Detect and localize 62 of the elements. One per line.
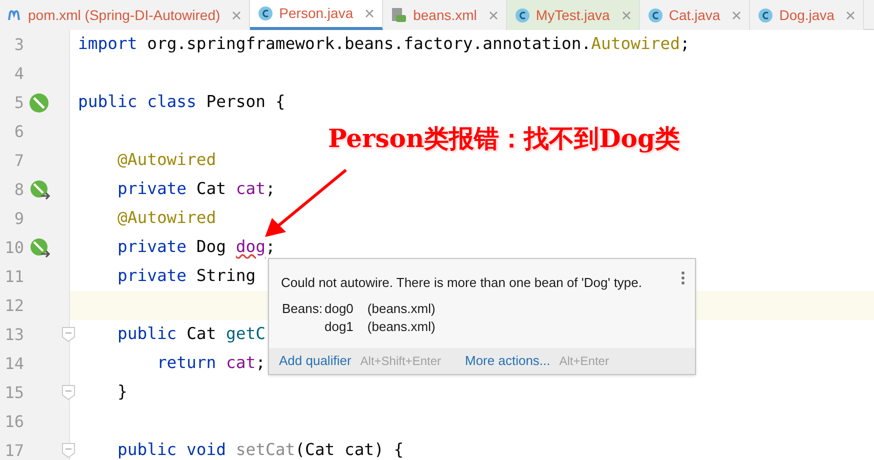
close-icon[interactable] (846, 10, 856, 20)
close-icon[interactable] (622, 10, 631, 20)
maven-icon (8, 9, 22, 21)
line-number: 3 (13, 34, 24, 56)
close-icon[interactable] (732, 10, 742, 20)
close-icon[interactable] (232, 10, 242, 20)
editor-tab[interactable]: Cat.java (640, 0, 750, 30)
code-line: @Autowired (116, 149, 216, 172)
shortcut-hint: Alt+Enter (559, 352, 609, 370)
line-number: 16 (4, 410, 24, 432)
injection-icon[interactable] (29, 180, 51, 200)
bean-source: (beans.xml) (367, 300, 436, 318)
line-number: 17 (4, 440, 24, 460)
shortcut-hint: Alt+Shift+Enter (360, 352, 441, 370)
line-number: 10 (4, 236, 24, 258)
bean-name: dog0 (324, 300, 354, 318)
class-icon (758, 8, 774, 22)
line-number: 5 (13, 92, 24, 114)
fold-marker-icon[interactable] (62, 327, 75, 342)
code-line: return cat; (156, 352, 266, 374)
line-number: 15 (4, 382, 24, 404)
line-number: 12 (4, 294, 24, 316)
class-icon (514, 8, 530, 22)
more-options-icon[interactable] (681, 271, 685, 285)
close-icon[interactable] (365, 9, 374, 18)
line-number: 11 (4, 266, 24, 288)
error-message: Could not autowire. There is more than one bean of 'Dog' type. (281, 274, 643, 292)
annotation-text: Person类报错：找不到Dog类 (328, 123, 680, 155)
line-number: 14 (4, 352, 24, 374)
action-link[interactable]: Add qualifier (279, 350, 352, 370)
fold-marker-icon[interactable] (62, 385, 75, 400)
action-link[interactable]: More actions... (465, 350, 550, 370)
editor-tab[interactable]: Person.java (250, 0, 384, 30)
code-line: } (116, 381, 128, 404)
editor-tab[interactable]: MyTest.java (506, 0, 640, 30)
code-line: import org.springframework.beans.factory.annotation.Autowired; (78, 33, 690, 56)
code-line: private String (116, 265, 256, 288)
injection-icon[interactable] (29, 238, 51, 258)
line-number: 6 (13, 120, 24, 142)
line-number: 7 (13, 150, 24, 172)
beans-label: Beans: (281, 300, 324, 318)
line-number: 4 (13, 62, 24, 84)
editor-tab[interactable]: Dog.java (750, 0, 864, 30)
code-line: @Autowired (116, 207, 216, 230)
fold-marker-icon[interactable] (62, 443, 75, 458)
code-line: public class Person { (78, 91, 286, 114)
code-line: private Dog dog; (116, 236, 276, 258)
code-line: public void setCat(Cat cat) { (116, 439, 404, 460)
code-line: private Cat cat; (116, 178, 276, 200)
close-icon[interactable] (488, 10, 498, 20)
line-number: 13 (4, 324, 24, 346)
class-icon (258, 6, 274, 21)
editor-tab[interactable]: pom.xml (Spring-DI-Autowired) (0, 0, 250, 30)
line-number: 8 (13, 178, 24, 200)
bean-icon[interactable] (29, 92, 49, 112)
line-number: 9 (13, 208, 24, 230)
xml-file-icon (391, 7, 408, 23)
editor-tab[interactable]: beans.xml (383, 0, 507, 30)
bean-source: (beans.xml) (367, 318, 436, 336)
code-line: public Cat getC (116, 323, 266, 346)
bean-name: dog1 (324, 318, 354, 336)
class-icon (648, 8, 663, 22)
